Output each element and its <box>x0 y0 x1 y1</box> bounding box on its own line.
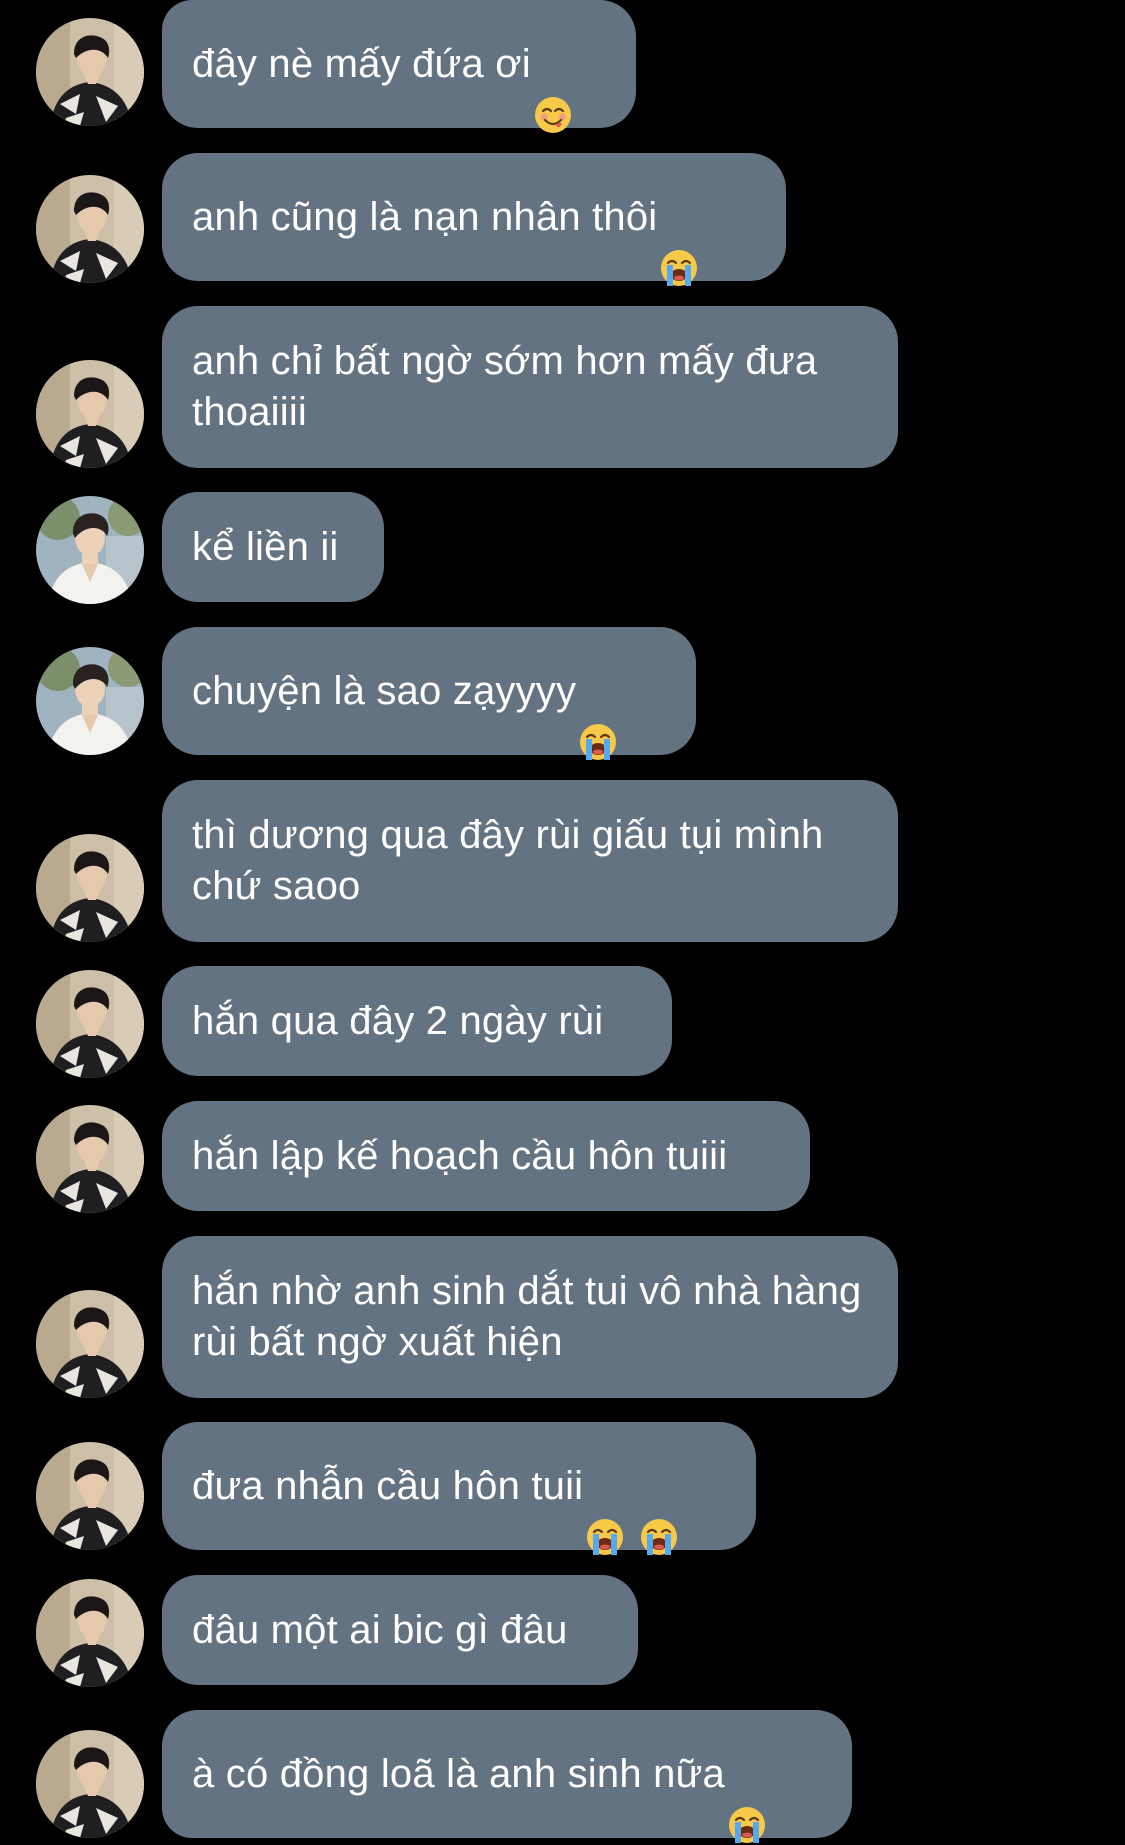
message-bubble[interactable]: à có đồng loã là anh sinh nữa <box>162 1710 852 1843</box>
avatar-person-dark-sweater-icon[interactable] <box>36 1105 144 1213</box>
message-text: anh cũng là nạn nhân thôi <box>192 194 658 239</box>
avatar-person-dark-sweater-icon[interactable] <box>36 970 144 1078</box>
message-bubble[interactable]: đưa nhẫn cầu hôn tuii <box>162 1422 756 1555</box>
loudly-crying-face-emoji <box>727 1754 767 1843</box>
loudly-crying-face-emoji <box>639 1466 679 1555</box>
avatar-person-dark-sweater-icon[interactable] <box>36 18 144 126</box>
avatar-person-dark-sweater-icon[interactable] <box>36 175 144 283</box>
message-bubble[interactable]: kể liền ii <box>162 492 384 602</box>
message-text: kể liền ii <box>192 524 339 569</box>
message-bubble[interactable]: đâu một ai bic gì đâu <box>162 1575 638 1685</box>
message-text: hắn lập kế hoạch cầu hôn tuiii <box>192 1133 728 1178</box>
avatar-person-white-shirt-icon[interactable] <box>36 496 144 604</box>
avatar-person-dark-sweater-icon[interactable] <box>36 1290 144 1398</box>
message-text: à có đồng loã là anh sinh nữa <box>192 1751 725 1796</box>
message-text: hắn nhờ anh sinh dắt tui vô nhà hàng rùi… <box>192 1269 873 1364</box>
avatar-person-dark-sweater-icon[interactable] <box>36 1579 144 1687</box>
message-text: anh chỉ bất ngờ sớm hơn mấy đưa thoaiiii <box>192 339 829 434</box>
avatar-person-dark-sweater-icon[interactable] <box>36 1442 144 1550</box>
message-thread: đây nè mấy đứa ơi anh cũng là nạn nhân t… <box>0 0 1125 1843</box>
message-text: thì dương qua đây rùi giấu tụi mình chứ … <box>192 813 835 908</box>
loudly-crying-face-emoji <box>585 1466 625 1555</box>
avatar-person-white-shirt-icon[interactable] <box>36 647 144 755</box>
message-bubble[interactable]: hắn qua đây 2 ngày rùi <box>162 966 672 1076</box>
message-text: đưa nhẫn cầu hôn tuii <box>192 1463 584 1508</box>
message-bubble[interactable]: hắn nhờ anh sinh dắt tui vô nhà hàng rùi… <box>162 1236 898 1398</box>
smiling-face-savoring-food-emoji <box>533 44 573 133</box>
loudly-crying-face-emoji <box>578 671 618 760</box>
message-bubble[interactable]: chuyện là sao zạyyyy <box>162 627 696 760</box>
message-bubble[interactable]: thì dương qua đây rùi giấu tụi mình chứ … <box>162 780 898 942</box>
message-bubble[interactable]: hắn lập kế hoạch cầu hôn tuiii <box>162 1101 810 1211</box>
message-bubble[interactable]: anh chỉ bất ngờ sớm hơn mấy đưa thoaiiii <box>162 306 898 468</box>
avatar-person-dark-sweater-icon[interactable] <box>36 360 144 468</box>
message-bubble[interactable]: đây nè mấy đứa ơi <box>162 0 636 133</box>
message-text: đâu một ai bic gì đâu <box>192 1607 568 1652</box>
avatar-person-dark-sweater-icon[interactable] <box>36 1730 144 1838</box>
message-text: chuyện là sao zạyyyy <box>192 668 577 713</box>
loudly-crying-face-emoji <box>659 197 699 286</box>
message-bubble[interactable]: anh cũng là nạn nhân thôi <box>162 153 786 286</box>
message-text: hắn qua đây 2 ngày rùi <box>192 998 604 1043</box>
avatar-person-dark-sweater-icon[interactable] <box>36 834 144 942</box>
message-text: đây nè mấy đứa ơi <box>192 41 531 86</box>
